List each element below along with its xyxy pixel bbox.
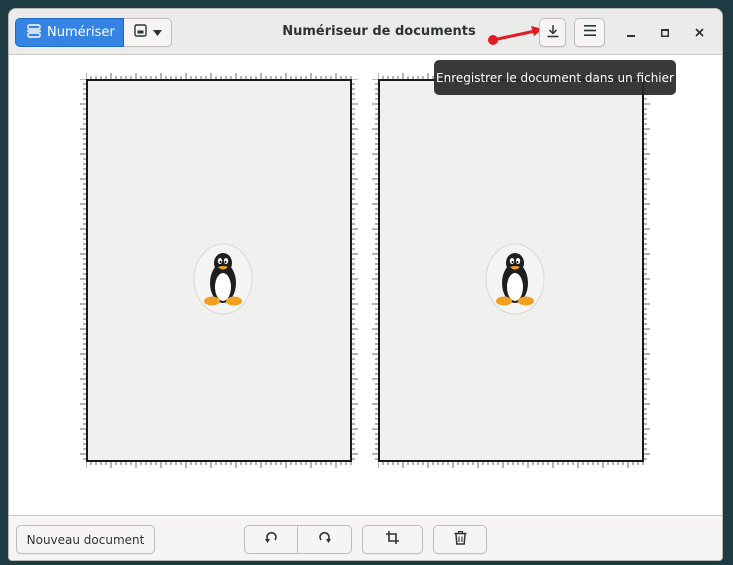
ruler-left [372,79,378,460]
scan-button[interactable]: Numériser [15,18,124,47]
tux-penguin-image [485,243,545,315]
ruler-left [80,79,86,460]
action-bar: Nouveau document [9,515,722,560]
crop-icon [386,531,399,548]
maximize-button[interactable] [655,23,675,43]
rotate-left-button[interactable] [244,525,298,554]
ruler-top [86,73,352,79]
close-button[interactable] [689,23,709,43]
tux-penguin-image [193,243,253,315]
scanner-icon [26,23,42,43]
main-menu-button[interactable] [574,18,605,47]
app-window: Numériser Numériseur de documents Enregi… [8,8,723,561]
new-document-button[interactable]: Nouveau document [16,525,155,554]
header-bar: Numériser Numériseur de documents [9,9,722,55]
rotate-button-group [244,525,352,554]
rotate-left-icon [264,531,278,549]
hamburger-icon [583,25,596,40]
annotation-arrow [488,26,543,45]
scanned-page-2[interactable] [372,73,650,468]
chevron-down-icon [152,25,162,40]
document-view [9,55,722,515]
ruler-bottom [378,462,644,468]
minimize-button[interactable] [621,23,641,43]
scan-button-label: Numériser [47,25,115,40]
delete-button[interactable] [433,525,487,554]
maximize-icon [661,26,669,41]
ruler-bottom [86,462,352,468]
minimize-icon [627,26,635,41]
image-icon [133,24,147,41]
save-tooltip: Enregistrer le document dans un fichier [434,60,676,95]
crop-button[interactable] [362,525,423,554]
rotate-right-button[interactable] [298,525,352,554]
download-icon [546,24,560,42]
ruler-right [644,79,650,460]
rotate-right-icon [318,531,332,549]
save-button[interactable] [539,18,566,47]
trash-icon [454,530,467,549]
close-icon [694,26,704,41]
scanned-page-1[interactable] [80,73,358,468]
scan-type-dropdown[interactable] [124,18,172,47]
scan-split-button: Numériser [15,18,172,47]
ruler-right [352,79,358,460]
